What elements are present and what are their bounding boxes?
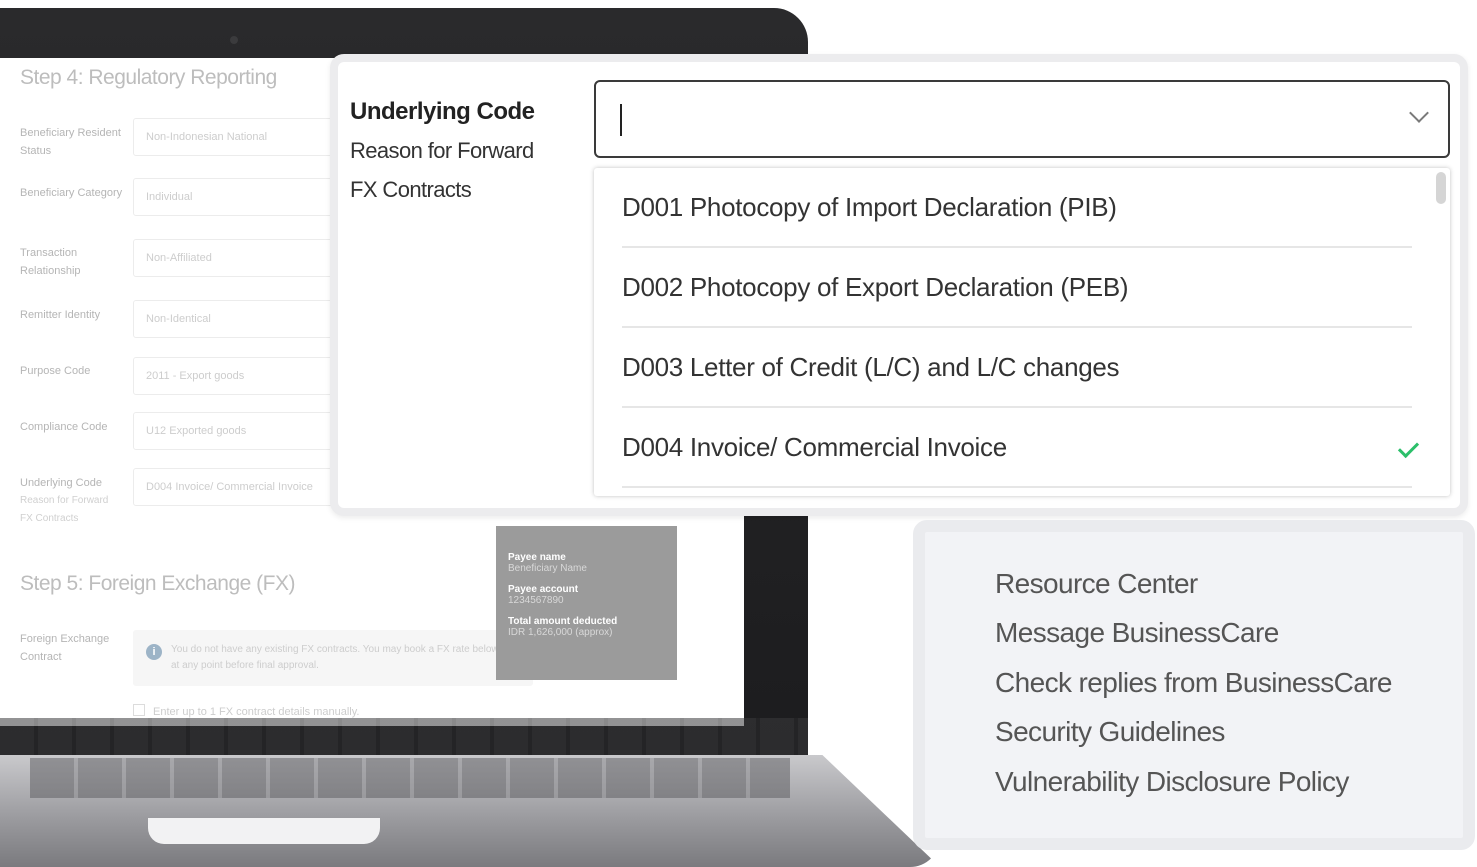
field-input[interactable]: Non-Identical <box>133 300 333 338</box>
field-label: Beneficiary Resident Status <box>20 127 121 157</box>
field-label: Beneficiary Category <box>20 187 123 199</box>
underlying-code-select[interactable] <box>594 80 1450 158</box>
field-sublabel: FX Contracts <box>20 513 79 524</box>
webcam-icon <box>230 36 238 44</box>
field-label: Remitter Identity <box>20 309 101 321</box>
chevron-down-icon[interactable] <box>1409 103 1429 123</box>
fx-manual-checkbox-row[interactable]: Enter up to 1 FX contract details manual… <box>133 704 359 718</box>
field-sublabel: Reason for Forward <box>20 495 109 506</box>
field-input[interactable]: 2011 - Export goods <box>133 357 333 395</box>
reason-label: Reason for Forward <box>350 138 534 163</box>
fx-info-text: You do not have any existing FX contract… <box>171 644 511 671</box>
field-input[interactable]: D004 Invoice/ Commercial Invoice <box>133 468 333 506</box>
field-input[interactable]: Individual <box>133 178 333 216</box>
option-item-selected[interactable]: D004 Invoice/ Commercial Invoice <box>622 408 1420 488</box>
summary-value: 1234567890 <box>508 595 564 606</box>
field-input[interactable]: Non-Affiliated <box>133 239 333 277</box>
option-item[interactable]: D003 Letter of Credit (L/C) and L/C chan… <box>622 328 1412 408</box>
keyboard-keys <box>30 758 790 798</box>
option-label: D002 Photocopy of Export Declaration (PE… <box>622 272 1129 302</box>
text-caret <box>620 104 622 136</box>
underlying-code-label: Underlying Code <box>350 98 535 125</box>
scrollbar[interactable] <box>1436 172 1446 204</box>
trackpad <box>148 818 380 844</box>
option-item[interactable]: D002 Photocopy of Export Declaration (PE… <box>622 248 1412 328</box>
field-label: Underlying Code <box>20 477 102 489</box>
field-label: Transaction Relationship <box>20 247 81 277</box>
summary-card: Payee name Beneficiary Name Payee accoun… <box>496 526 677 680</box>
link-security-guidelines[interactable]: Security Guidelines <box>995 716 1225 748</box>
summary-value: Beneficiary Name <box>508 563 587 574</box>
summary-key: Total amount deducted <box>508 616 618 627</box>
summary-key: Payee account <box>508 584 579 595</box>
fx-info-box: i You do not have any existing FX contra… <box>133 630 533 686</box>
field-label: Compliance Code <box>20 421 108 433</box>
field-input[interactable]: Non-Indonesian National <box>133 118 333 156</box>
link-message-businesscare[interactable]: Message BusinessCare <box>995 617 1279 649</box>
summary-key: Payee name <box>508 552 566 563</box>
info-icon: i <box>146 644 162 660</box>
link-resource-center[interactable]: Resource Center <box>995 568 1198 600</box>
summary-value: IDR 1,626,000 (approx) <box>508 627 613 638</box>
field-label: Purpose Code <box>20 365 91 377</box>
fx-contracts-label: FX Contracts <box>350 177 472 202</box>
field-input[interactable]: U12 Exported goods <box>133 412 333 450</box>
checkbox-label: Enter up to 1 FX contract details manual… <box>153 706 360 718</box>
option-item[interactable]: D001 Photocopy of Import Declaration (PI… <box>622 168 1412 248</box>
option-label: D003 Letter of Credit (L/C) and L/C chan… <box>622 352 1120 382</box>
link-vulnerability-policy[interactable]: Vulnerability Disclosure Policy <box>995 766 1349 798</box>
option-label: D001 Photocopy of Import Declaration (PI… <box>622 192 1117 222</box>
step4-title: Step 4: Regulatory Reporting <box>20 66 277 89</box>
step5-title: Step 5: Foreign Exchange (FX) <box>20 572 295 595</box>
check-icon <box>1397 436 1420 459</box>
checkbox[interactable] <box>133 704 145 716</box>
option-label: D004 Invoice/ Commercial Invoice <box>622 432 1007 462</box>
link-check-replies[interactable]: Check replies from BusinessCare <box>995 667 1392 699</box>
field-label: Foreign Exchange Contract <box>20 633 110 663</box>
options-list: D001 Photocopy of Import Declaration (PI… <box>594 168 1450 496</box>
underlying-code-panel: Underlying Code Reason for Forward FX Co… <box>330 54 1468 516</box>
footer-links-panel: Resource Center Message BusinessCare Che… <box>913 520 1475 850</box>
